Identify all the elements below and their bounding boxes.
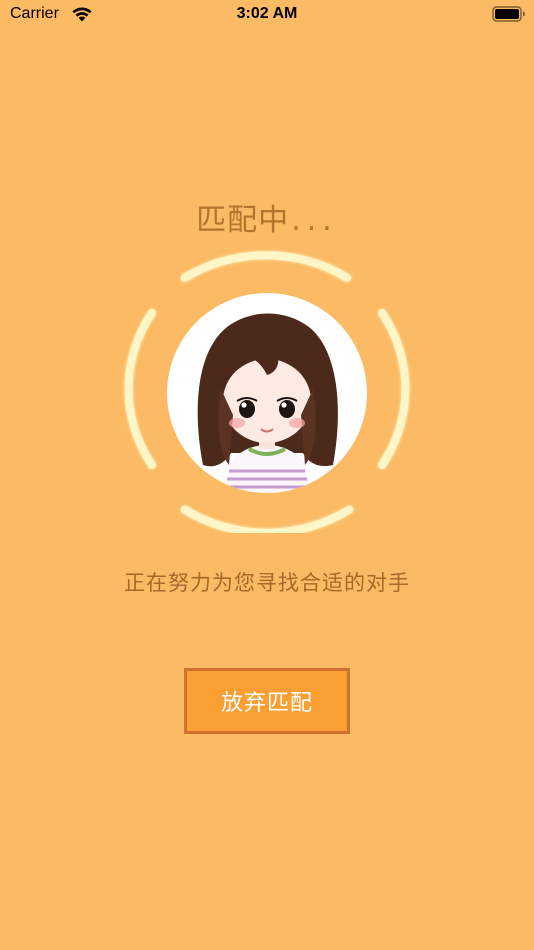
ring-arc-right [378, 309, 410, 469]
cancel-match-button[interactable]: 放弃匹配 [184, 668, 350, 734]
status-bar: Carrier 3:02 AM [0, 0, 534, 30]
battery-icon [492, 6, 525, 22]
avatar-girl-illustration [197, 313, 338, 493]
matching-subtitle: 正在努力为您寻找合适的对手 [124, 571, 410, 595]
matching-screen: Carrier 3:02 AM 匹配中... 正在努力为您寻找合适的对手 放弃匹… [0, 0, 534, 950]
matching-title-text: 匹配中 [196, 203, 290, 238]
ring-arc-left [124, 309, 156, 469]
ring-arc-bottom [180, 505, 354, 533]
avatar [167, 293, 367, 493]
matching-title-dots: ... [291, 203, 338, 238]
ring-arc-top [180, 251, 352, 282]
clock-time: 3:02 AM [236, 5, 298, 22]
cancel-match-label: 放弃匹配 [220, 691, 313, 716]
matching-title: 匹配中... [0, 195, 534, 239]
